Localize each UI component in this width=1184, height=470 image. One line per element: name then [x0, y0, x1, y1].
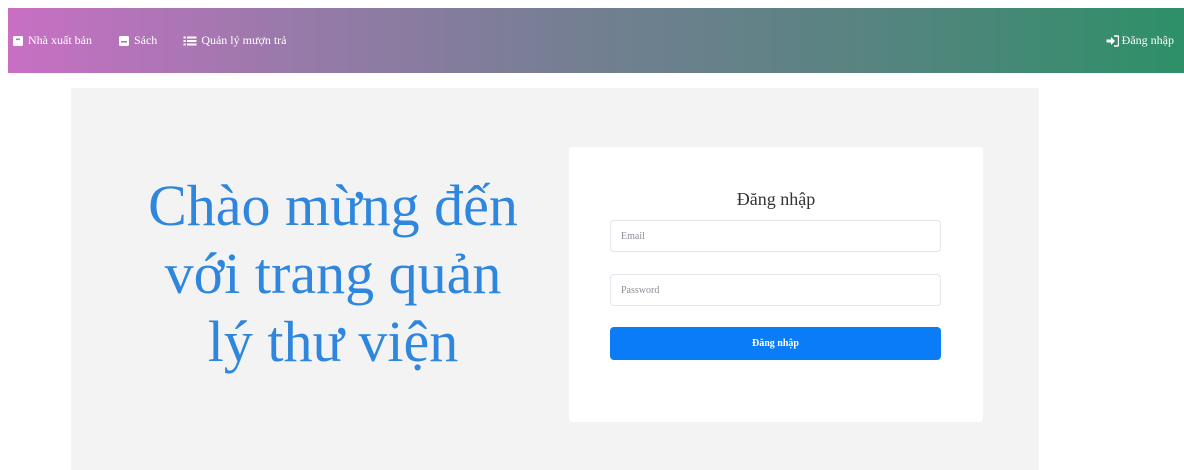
nav-login-link[interactable]: Đăng nhập — [1106, 33, 1184, 48]
welcome-line: lý thư viện — [207, 309, 459, 374]
email-field[interactable] — [610, 220, 941, 252]
welcome-line: với trang quản — [164, 241, 502, 306]
nav-item-publisher[interactable]: Nhà xuất bản — [12, 33, 92, 48]
nav-item-borrow-management[interactable]: Quản lý mượn trả — [183, 33, 286, 48]
nav-login-label: Đăng nhập — [1121, 33, 1174, 47]
nav-item-label: Quản lý mượn trả — [201, 33, 287, 47]
top-navbar: Nhà xuất bản Sách Quản lý mượn trả Đăng … — [8, 8, 1184, 73]
list-icon — [183, 36, 197, 45]
login-submit-button[interactable]: Đăng nhập — [610, 327, 941, 360]
book-icon — [13, 35, 23, 46]
hero-section: Chào mừng đến với trang quản lý thư viện… — [71, 88, 1039, 470]
bookmark-icon — [118, 35, 129, 46]
nav-item-label: Nhà xuất bản — [28, 33, 92, 47]
nav-left-group: Nhà xuất bản Sách Quản lý mượn trả — [8, 8, 312, 73]
password-field[interactable] — [610, 274, 941, 306]
welcome-heading: Chào mừng đến với trang quản lý thư viện — [123, 172, 543, 376]
login-title: Đăng nhập — [736, 189, 816, 209]
sign-in-icon — [1106, 34, 1119, 47]
nav-item-label: Sách — [133, 33, 158, 47]
welcome-line: Chào mừng đến — [148, 173, 518, 238]
login-card: Đăng nhập Đăng nhập — [569, 147, 983, 422]
nav-item-books[interactable]: Sách — [118, 33, 157, 48]
